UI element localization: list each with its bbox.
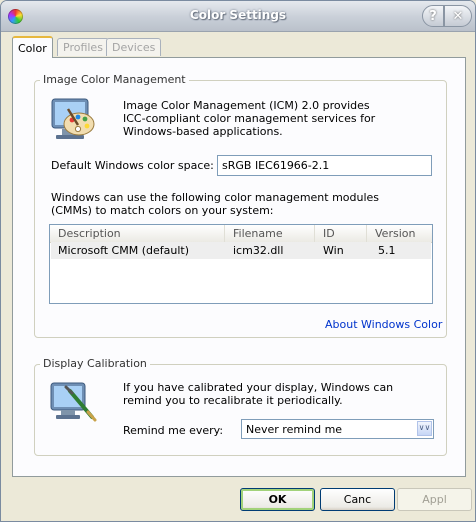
- monitor-brush-icon: [48, 379, 98, 425]
- calibration-group-title: Display Calibration: [40, 357, 150, 370]
- close-button[interactable]: ✕: [444, 5, 472, 27]
- table-row[interactable]: Microsoft CMM (default) icm32.dll Win 5.…: [51, 242, 431, 259]
- tab-profiles[interactable]: Profiles: [57, 38, 109, 56]
- tab-color[interactable]: Color: [12, 36, 53, 58]
- tab-devices[interactable]: Devices: [106, 38, 162, 56]
- column-id[interactable]: ID: [315, 225, 367, 242]
- cell-description: Microsoft CMM (default): [58, 244, 190, 257]
- color-space-field[interactable]: sRGB IEC61966-2.1: [217, 155, 432, 176]
- ok-button[interactable]: OK: [240, 488, 315, 511]
- color-settings-window: Color Settings ? ✕ Color Profiles Device…: [0, 0, 476, 522]
- palette-monitor-icon: [48, 95, 98, 145]
- cmm-list-header: Description Filename ID Version: [50, 225, 432, 243]
- remind-label: Remind me every:: [123, 424, 224, 437]
- icm-description: Image Color Management (ICM) 2.0 provide…: [123, 99, 376, 138]
- color-space-label: Default Windows color space:: [51, 159, 214, 172]
- title-bar[interactable]: Color Settings ? ✕: [1, 1, 475, 32]
- cell-filename: icm32.dll: [233, 244, 284, 257]
- about-windows-color-link[interactable]: About Windows Color: [325, 318, 442, 331]
- column-description[interactable]: Description: [50, 225, 225, 242]
- column-filename[interactable]: Filename: [225, 225, 315, 242]
- remind-interval-select[interactable]: Never remind me ∨∨: [241, 419, 434, 439]
- icm-group: Image Color Management Image Color Manag…: [34, 73, 447, 338]
- cmm-intro: Windows can use the following color mana…: [51, 191, 380, 217]
- apply-button[interactable]: Appl: [397, 488, 472, 511]
- column-version[interactable]: Version: [367, 225, 432, 242]
- window-title: Color Settings: [189, 8, 287, 22]
- help-button[interactable]: ?: [422, 5, 444, 27]
- color-space-value: sRGB IEC61966-2.1: [222, 159, 330, 172]
- remind-interval-value: Never remind me: [246, 423, 343, 436]
- cell-id: Win: [323, 244, 344, 257]
- calibration-group: Display Calibration If you have calibrat…: [34, 357, 447, 456]
- color-tab-panel: Image Color Management Image Color Manag…: [12, 57, 466, 477]
- chevron-down-icon[interactable]: ∨∨: [417, 421, 432, 436]
- icm-group-title: Image Color Management: [40, 73, 189, 86]
- cell-version: 5.1: [378, 244, 396, 257]
- cancel-button[interactable]: Canc: [320, 488, 395, 511]
- cmm-list[interactable]: Description Filename ID Version Microsof…: [49, 224, 433, 304]
- calibration-description: If you have calibrated your display, Win…: [123, 381, 394, 407]
